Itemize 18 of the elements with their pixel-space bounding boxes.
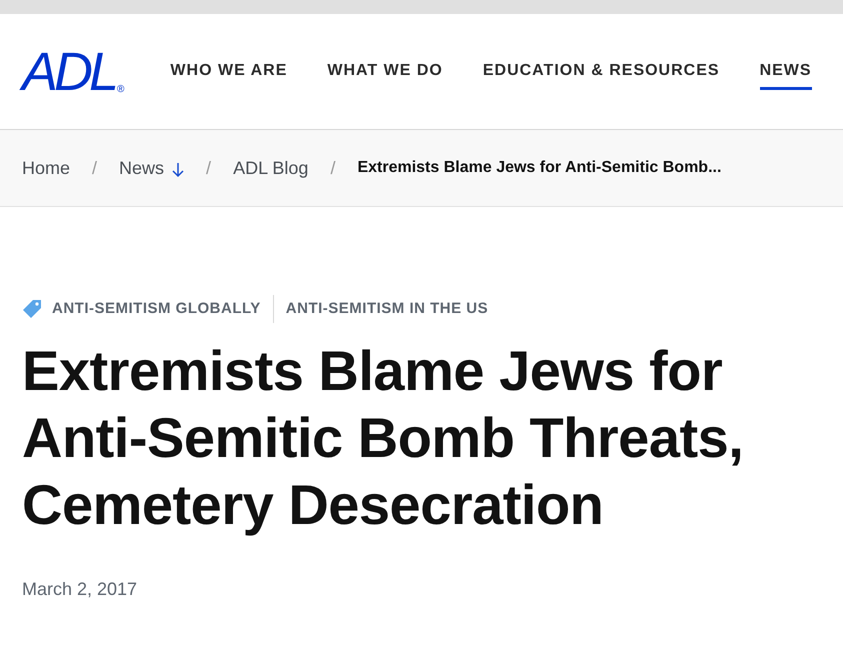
nav-link[interactable]: EDUCATION & RESOURCES xyxy=(482,53,720,90)
category-tag[interactable]: ANTI-SEMITISM IN THE US xyxy=(286,298,488,320)
category-tag[interactable]: ANTI-SEMITISM GLOBALLY xyxy=(52,298,261,320)
arrow-down-icon xyxy=(172,162,184,178)
breadcrumb-link[interactable]: Home xyxy=(22,154,70,182)
breadcrumb-link[interactable]: News xyxy=(119,154,184,182)
nav-link[interactable]: WHO WE ARE xyxy=(170,53,288,90)
breadcrumb-separator: / xyxy=(91,156,98,180)
nav-link[interactable]: NEWS xyxy=(760,53,812,90)
article-title: Extremists Blame Jews for Anti-Semitic Bomb Threats, Cemetery Desecration xyxy=(22,338,744,538)
breadcrumb-separator: / xyxy=(329,156,336,180)
nav-link[interactable]: WHAT WE DO xyxy=(327,53,443,90)
breadcrumb-link[interactable]: ADL Blog xyxy=(233,154,308,182)
article-date: March 2, 2017 xyxy=(22,578,138,601)
adl-logo[interactable]: ADL® xyxy=(22,44,124,98)
breadcrumb-separator: / xyxy=(205,156,212,180)
tag-icon xyxy=(22,299,42,319)
breadcrumb-current: Extremists Blame Jews for Anti-Semitic Bomb... xyxy=(357,158,722,178)
